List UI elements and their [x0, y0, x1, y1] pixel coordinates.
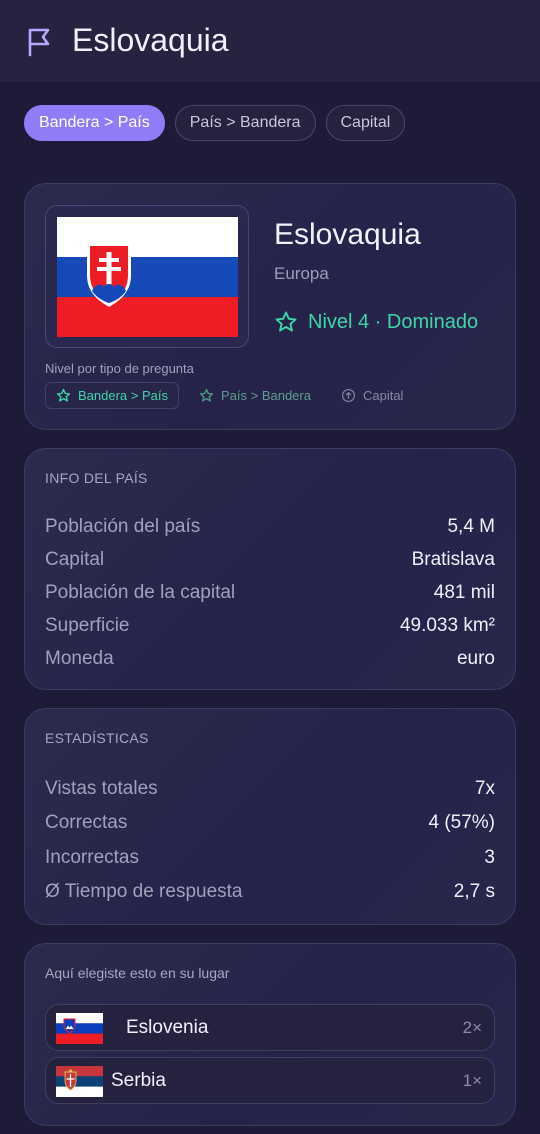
section-heading: Aquí elegiste esto en su lugar: [45, 965, 230, 981]
list-item[interactable]: Eslovenia 2×: [45, 1004, 495, 1051]
continent-label: Europa: [274, 264, 329, 283]
section-heading: ESTADÍSTICAS: [45, 730, 149, 746]
slovakia-flag: [57, 217, 238, 337]
choice-count: 1×: [462, 1071, 482, 1090]
star-icon: [275, 311, 297, 332]
stats-rows: Vistas totales 7x Correctas 4 (57%) Inco…: [45, 772, 495, 909]
arrow-up-circle-icon: [341, 389, 355, 402]
page-title: Eslovaquia: [72, 22, 229, 58]
tab-flag-to-country[interactable]: Bandera > País: [24, 105, 165, 141]
mastery-level: Nivel 4 · Dominado: [274, 310, 478, 334]
star-icon: [56, 388, 71, 402]
level-caption: Nivel por tipo de pregunta: [45, 361, 194, 376]
statistics-card: ESTADÍSTICAS Vistas totales 7x Correctas…: [24, 708, 516, 925]
serbia-flag: [56, 1066, 103, 1097]
info-row: Capital Bratislava: [45, 548, 495, 570]
flag-icon: [28, 28, 50, 57]
flag-frame: [45, 205, 249, 348]
stat-row: Ø Tiempo de respuesta 2,7 s: [45, 881, 495, 903]
slovenia-flag: [56, 1013, 103, 1044]
level-flag-to-country: Bandera > País: [45, 382, 179, 409]
info-row: Población de la capital 481 mil: [45, 581, 495, 603]
level-capital: Capital: [331, 382, 413, 409]
per-type-levels: Bandera > País País > Bandera Capital: [45, 382, 423, 409]
stat-row: Incorrectas 3: [45, 846, 495, 868]
tab-country-to-flag[interactable]: País > Bandera: [174, 105, 316, 141]
info-row: Superficie 49.033 km²: [45, 614, 495, 636]
country-name: Eslovaquia: [274, 218, 421, 251]
stat-row: Vistas totales 7x: [45, 778, 495, 800]
tab-capital[interactable]: Capital: [325, 105, 406, 141]
info-row: Población del país 5,4 M: [45, 515, 495, 537]
country-info-card: INFO DEL PAÍS Población del país 5,4 M C…: [24, 448, 516, 690]
info-rows: Población del país 5,4 M Capital Bratisl…: [45, 510, 495, 675]
section-heading: INFO DEL PAÍS: [45, 470, 148, 486]
country-card: Eslovaquia Europa Nivel 4 · Dominado Niv…: [24, 183, 516, 430]
wrong-choices-card: Aquí elegiste esto en su lugar Eslovenia…: [24, 943, 516, 1126]
top-bar: Eslovaquia: [0, 0, 540, 82]
mode-tabs: Bandera > País País > Bandera Capital: [24, 105, 406, 141]
choice-count: 2×: [462, 1018, 482, 1037]
level-country-to-flag: País > Bandera: [189, 382, 321, 409]
level-text: Nivel 4 · Dominado: [308, 310, 479, 333]
list-item[interactable]: Serbia 1×: [45, 1057, 495, 1104]
country-name: Eslovenia: [126, 1017, 209, 1038]
country-name: Serbia: [111, 1070, 166, 1091]
stat-row: Correctas 4 (57%): [45, 812, 495, 834]
star-icon: [199, 388, 214, 402]
info-row: Moneda euro: [45, 647, 495, 669]
